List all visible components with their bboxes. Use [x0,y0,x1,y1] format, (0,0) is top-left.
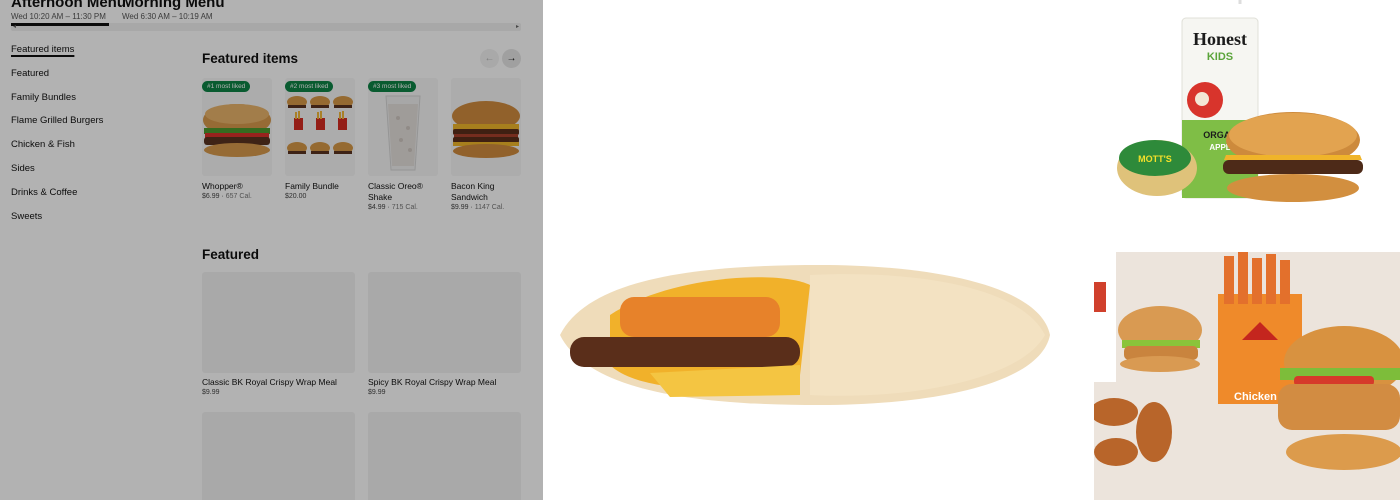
product-card-whopper[interactable]: #1 most liked Whopper® $6.99 · 657 Cal. [202,78,272,200]
tab-time: Wed 10:20 AM – 11:30 PM [11,12,106,21]
cup-text: MOTT'S [1138,154,1172,164]
product-image: #3 most liked [368,78,438,176]
product-image [451,78,521,176]
meal-name: Spicy BK Royal Crispy Wrap Meal [368,377,497,387]
product-calories: 1147 Cal. [474,204,505,211]
menu-tabs-scrollbar[interactable]: ◂ ▸ [11,23,521,31]
product-card-oreo-shake[interactable]: #3 most liked Classic Oreo® Shake $4.99 … [368,78,438,211]
product-meta: $4.99 · 715 Cal. [368,204,418,211]
meal-image-placeholder [202,412,355,500]
tab-title: Morning Menu [122,0,225,11]
category-chicken-fish[interactable]: Chicken & Fish [11,138,103,162]
scrollbar-thumb[interactable] [11,23,109,26]
product-price: $4.99 [368,204,386,211]
arrow-left-icon[interactable]: ← [480,49,499,68]
most-liked-badge: #1 most liked [202,81,251,92]
scroll-right-icon[interactable]: ▸ [516,23,519,30]
arrow-right-icon[interactable]: → [502,49,521,68]
category-sweets[interactable]: Sweets [11,210,103,234]
product-name: Bacon King Sandwich [451,181,495,202]
menu-panel: Afternoon Menu Wed 10:20 AM – 11:30 PM M… [0,0,543,500]
meal-image-placeholder [368,272,521,373]
brand-subtext: KIDS [1207,51,1233,63]
tab-morning-menu[interactable]: Morning Menu Wed 6:30 AM – 10:19 AM [122,0,224,21]
product-name: Classic Oreo® Shake [368,181,423,202]
wrap-image [550,255,1060,415]
meal-image-placeholder [202,272,355,373]
product-card-bacon-king[interactable]: Bacon King Sandwich $9.99 · 1147 Cal. [451,78,521,211]
tab-title: Afternoon Menu [11,0,126,11]
product-name: Whopper® [202,181,243,191]
meal-card[interactable] [368,412,521,500]
kids-meal-image: Honest KIDS ORGAN APPL MOTT'S [1110,0,1400,230]
tab-time: Wed 6:30 AM – 10:19 AM [122,12,213,21]
scroll-left-icon[interactable]: ◂ [13,23,16,30]
product-name: Family Bundle [285,181,339,191]
section-title-featured-items: Featured items [202,51,299,66]
product-calories: 715 Cal. [391,204,418,211]
category-flame-grilled-burgers[interactable]: Flame Grilled Burgers [11,114,103,138]
fries-box-text: Chicken [1234,391,1277,403]
product-image: #2 most liked [285,78,355,176]
category-sides[interactable]: Sides [11,162,103,186]
category-nav: Featured items Featured Family Bundles F… [11,43,103,233]
category-featured-items[interactable]: Featured items [11,43,103,67]
meal-image-placeholder [368,412,521,500]
product-calories: 657 Cal. [225,193,252,200]
most-liked-badge: #3 most liked [368,81,417,92]
meal-price: $9.99 [368,389,386,396]
product-price: $6.99 [202,193,220,200]
meal-name: Classic BK Royal Crispy Wrap Meal [202,377,337,387]
most-liked-badge: #2 most liked [285,81,334,92]
product-image: #1 most liked [202,78,272,176]
section-title-featured: Featured [202,247,260,262]
category-family-bundles[interactable]: Family Bundles [11,91,103,115]
meal-price: $9.99 [202,389,220,396]
meal-card[interactable] [202,412,355,500]
meal-card-classic-wrap[interactable]: Classic BK Royal Crispy Wrap Meal $9.99 [202,272,355,396]
product-meta: $9.99 · 1147 Cal. [451,204,505,211]
tab-afternoon-menu[interactable]: Afternoon Menu Wed 10:20 AM – 11:30 PM [11,0,126,21]
category-drinks-coffee[interactable]: Drinks & Coffee [11,186,103,210]
product-price: $9.99 [451,204,469,211]
product-meta: $6.99 · 657 Cal. [202,193,252,200]
chicken-meal-image: Chicken [1094,252,1400,500]
meal-card-spicy-wrap[interactable]: Spicy BK Royal Crispy Wrap Meal $9.99 [368,272,521,396]
brand-text: Honest [1193,29,1247,49]
product-meta: $20.00 [285,193,355,200]
category-featured[interactable]: Featured [11,67,103,91]
product-price: $20.00 [285,193,307,200]
product-card-family-bundle[interactable]: #2 most liked Family Bundle $20.00 [285,78,355,200]
